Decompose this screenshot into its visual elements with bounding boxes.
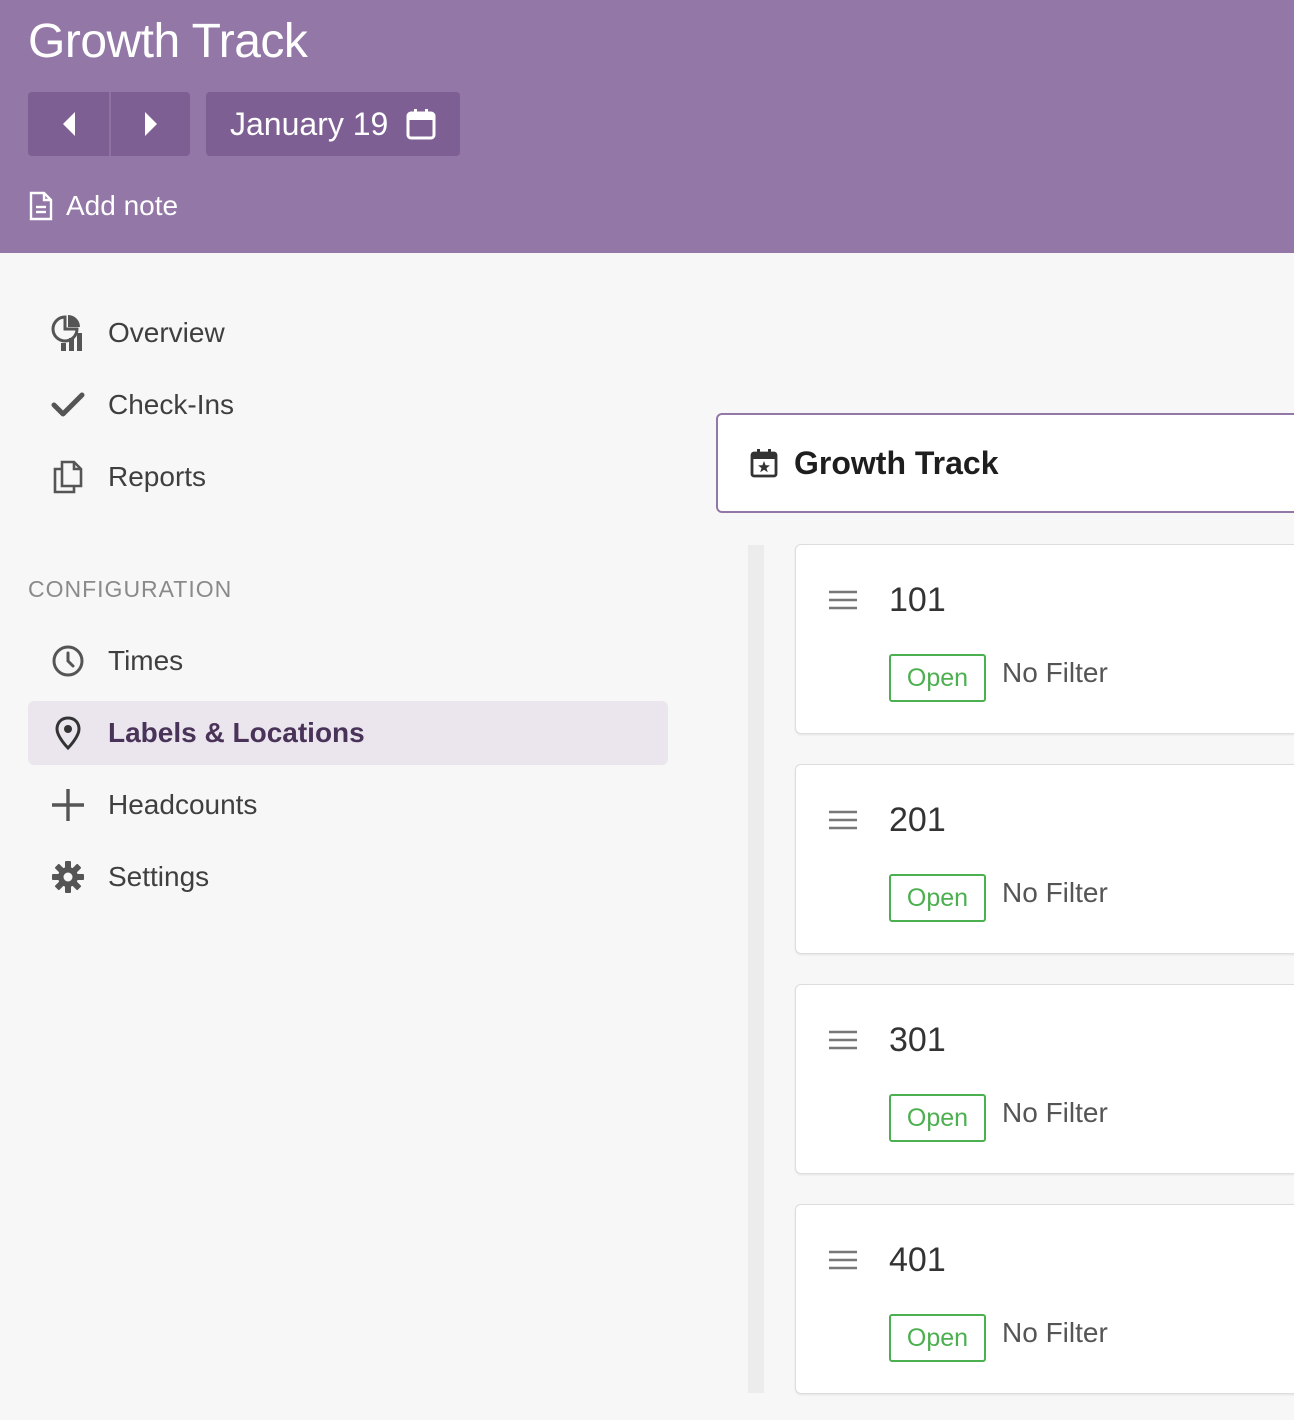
track-title: Growth Track bbox=[794, 444, 999, 481]
chart-pie-icon bbox=[50, 315, 86, 351]
location-name: 401 bbox=[889, 1241, 946, 1279]
sidebar-item-label: Overview bbox=[108, 317, 225, 348]
clock-icon bbox=[50, 643, 86, 679]
drag-handle-icon[interactable] bbox=[828, 1249, 858, 1271]
sidebar-item-label: Reports bbox=[108, 461, 207, 492]
location-card: 401 Open No Filter bbox=[795, 1204, 1294, 1394]
caret-right-icon bbox=[144, 112, 157, 136]
calendar-icon bbox=[406, 108, 436, 140]
date-label: January 19 bbox=[230, 105, 389, 142]
sidebar-item-check-ins[interactable]: Check-Ins bbox=[28, 373, 668, 437]
plus-icon bbox=[50, 787, 86, 823]
app-header: Growth Track January 19 Add note bbox=[0, 0, 1294, 253]
track-header: Growth Track bbox=[716, 413, 1294, 513]
location-name: 301 bbox=[889, 1021, 946, 1059]
sidebar-item-label: Headcounts bbox=[108, 789, 258, 820]
previous-day-button[interactable] bbox=[28, 92, 109, 156]
map-pin-icon bbox=[50, 715, 86, 751]
filter-label: No Filter bbox=[1002, 1317, 1108, 1348]
status-badge[interactable]: Open bbox=[889, 654, 986, 702]
sidebar-item-label: Check-Ins bbox=[108, 389, 235, 420]
status-badge[interactable]: Open bbox=[889, 1094, 986, 1142]
date-picker-button[interactable]: January 19 bbox=[206, 92, 460, 156]
note-icon bbox=[28, 191, 54, 221]
sidebar-item-headcounts[interactable]: Headcounts bbox=[28, 773, 668, 837]
location-card: 101 Open No Filter bbox=[795, 544, 1294, 734]
sidebar-item-label: Labels & Locations bbox=[108, 717, 365, 748]
filter-label: No Filter bbox=[1002, 1097, 1108, 1128]
status-badge[interactable]: Open bbox=[889, 874, 986, 922]
check-icon bbox=[50, 387, 86, 423]
app-title: Growth Track bbox=[28, 15, 308, 68]
sidebar-item-label: Settings bbox=[108, 861, 210, 892]
copy-icon bbox=[50, 459, 86, 495]
filter-label: No Filter bbox=[1002, 657, 1108, 688]
status-badge[interactable]: Open bbox=[889, 1314, 986, 1362]
calendar-star-icon bbox=[750, 448, 778, 478]
drag-handle-icon[interactable] bbox=[828, 809, 858, 831]
add-note-label: Add note bbox=[66, 190, 179, 221]
sidebar-item-reports[interactable]: Reports bbox=[28, 445, 668, 509]
sidebar-item-overview[interactable]: Overview bbox=[28, 301, 668, 365]
sidebar-item-times[interactable]: Times bbox=[28, 629, 668, 693]
location-card: 201 Open No Filter bbox=[795, 764, 1294, 954]
sidebar-item-settings[interactable]: Settings bbox=[28, 845, 668, 909]
add-note-button[interactable]: Add note bbox=[28, 186, 178, 226]
gear-icon bbox=[50, 859, 86, 895]
caret-left-icon bbox=[62, 112, 75, 136]
sidebar-item-label: Times bbox=[108, 645, 184, 676]
track-rail bbox=[748, 545, 764, 1393]
drag-handle-icon[interactable] bbox=[828, 589, 858, 611]
filter-label: No Filter bbox=[1002, 877, 1108, 908]
section-label-configuration: CONFIGURATION bbox=[28, 576, 233, 602]
drag-handle-icon[interactable] bbox=[828, 1029, 858, 1051]
location-name: 101 bbox=[889, 581, 946, 619]
location-name: 201 bbox=[889, 801, 946, 839]
sidebar-item-labels-locations[interactable]: Labels & Locations bbox=[28, 701, 668, 765]
next-day-button[interactable] bbox=[109, 92, 190, 156]
date-nav-group bbox=[28, 92, 190, 156]
location-card: 301 Open No Filter bbox=[795, 984, 1294, 1174]
